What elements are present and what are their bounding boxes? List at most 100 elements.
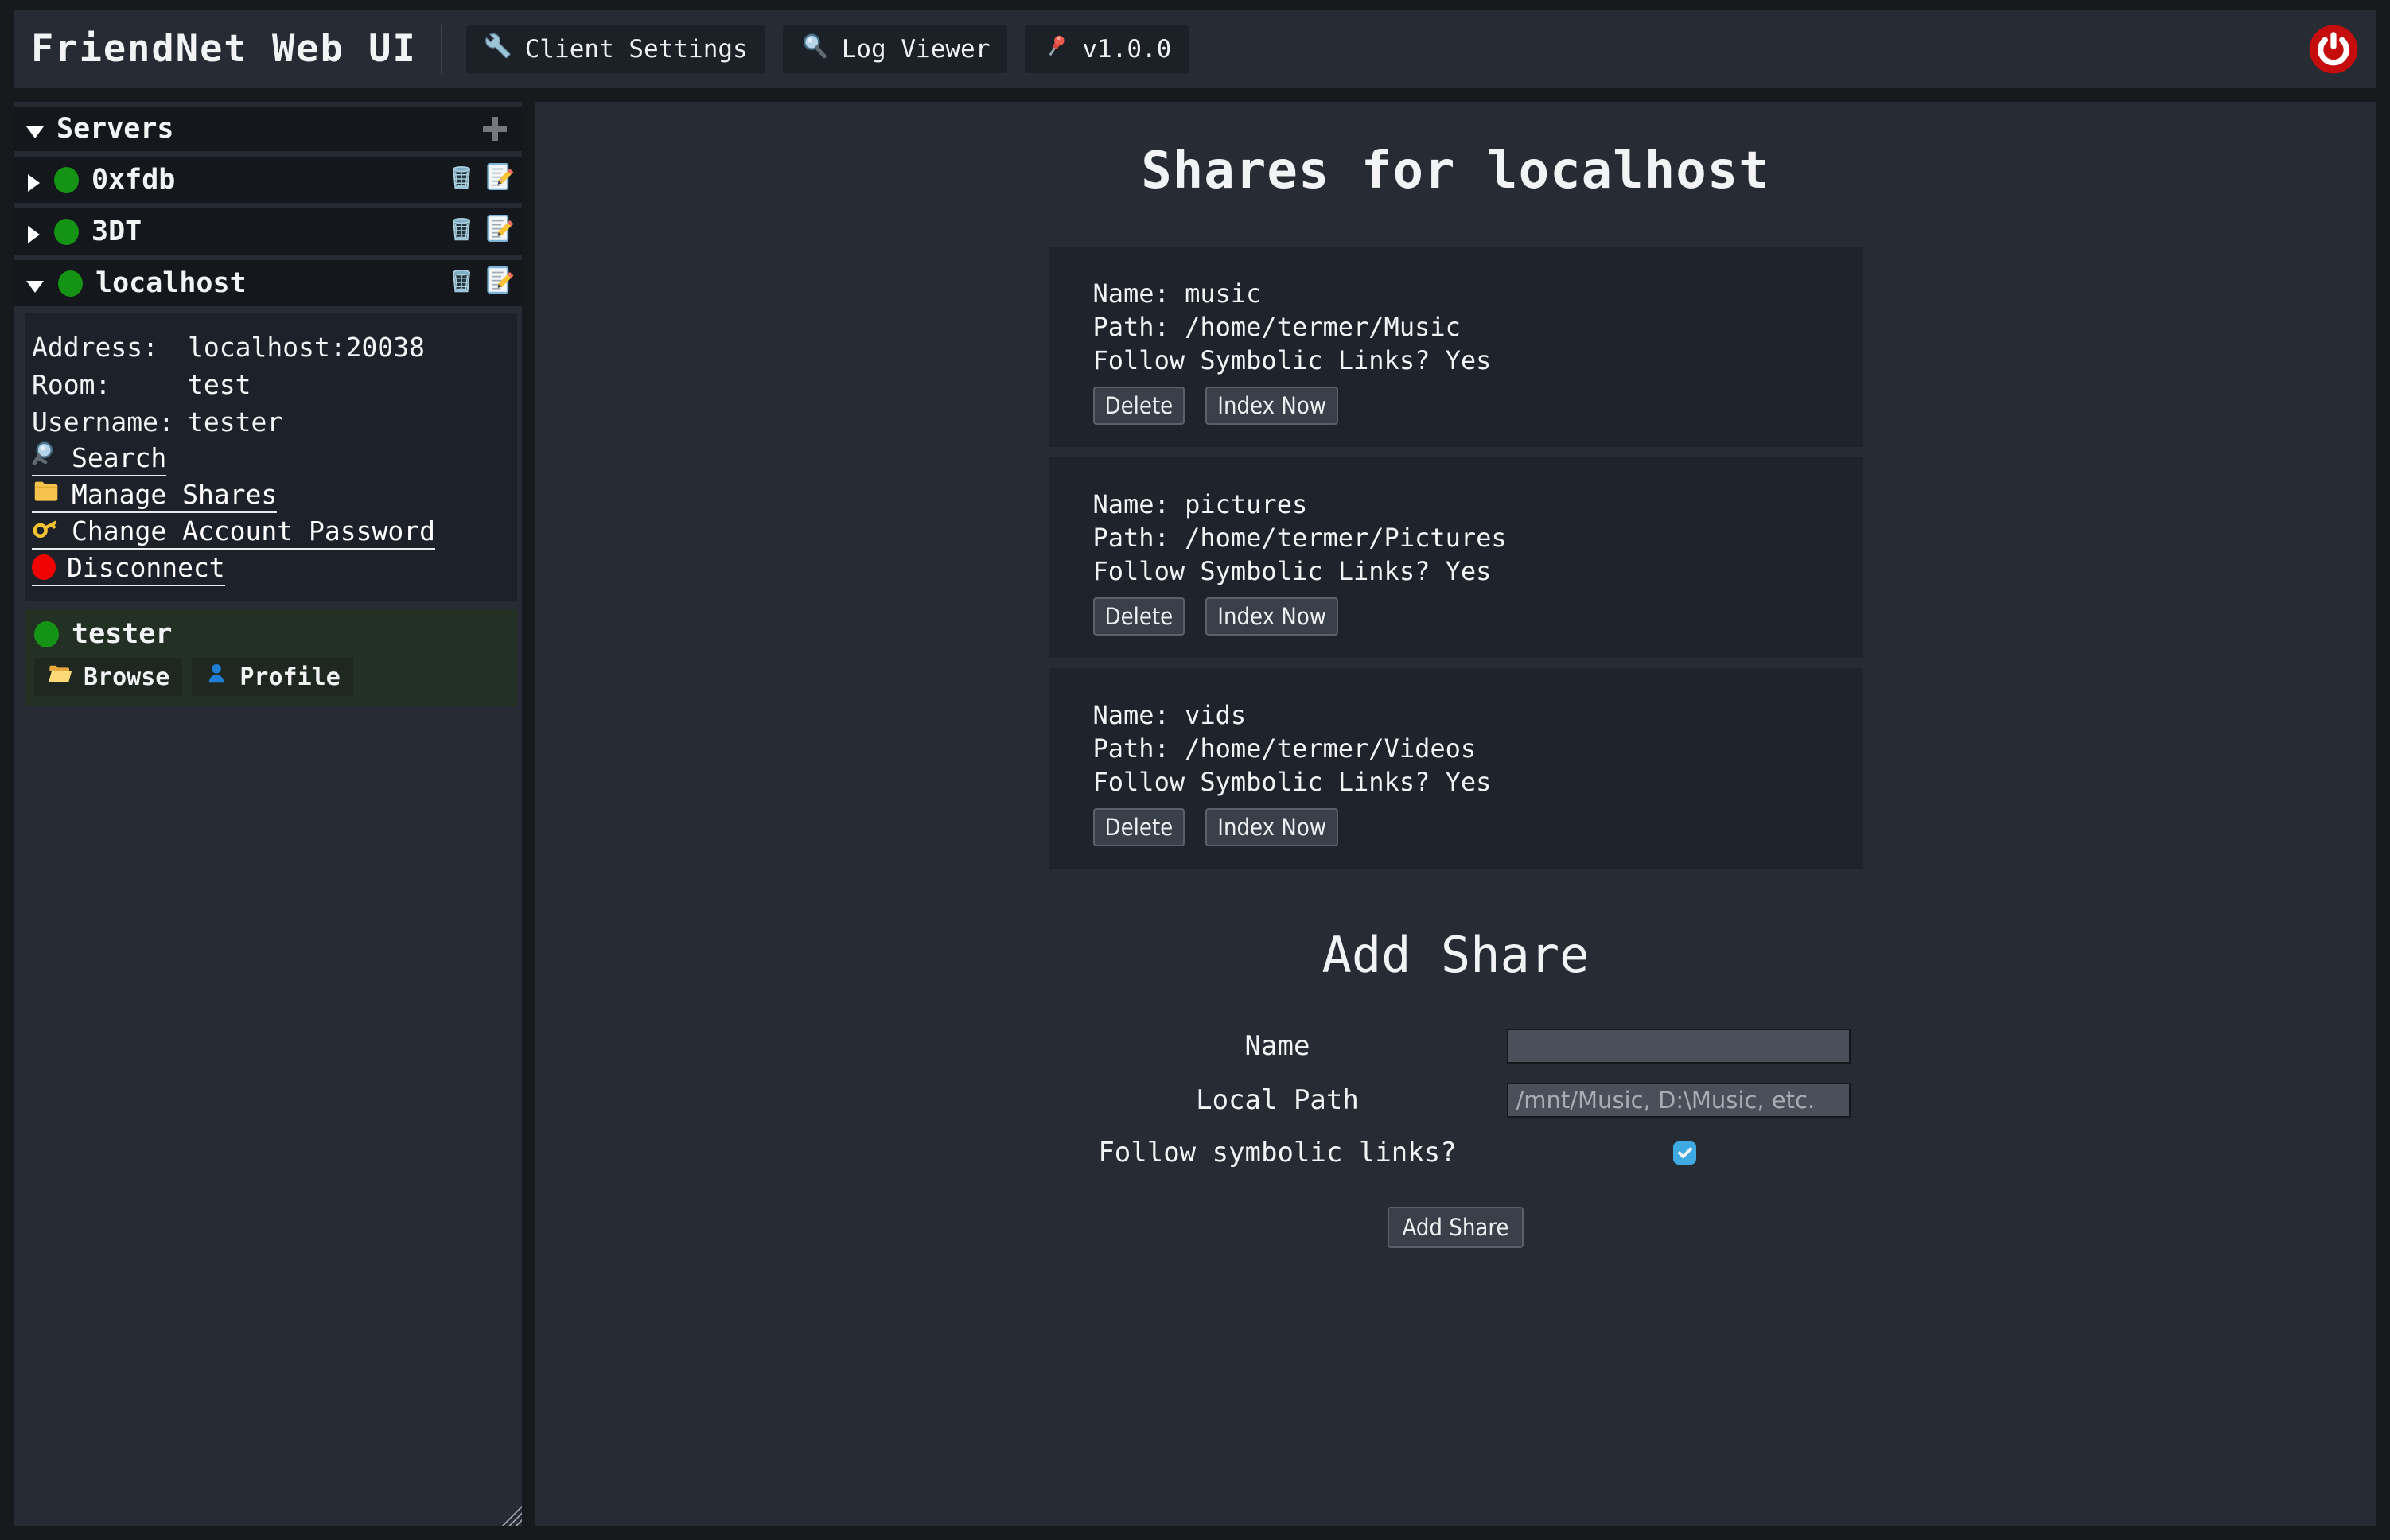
version-label: v1.0.0: [1082, 35, 1171, 64]
servers-sidebar: Servers 0xfdb 3DT: [14, 102, 522, 1526]
username-value: tester: [188, 406, 282, 438]
online-status-icon: [54, 219, 79, 245]
profile-label: Profile: [239, 663, 340, 691]
share-name-label: Name:: [1093, 489, 1185, 519]
follow-symlinks-label: Follow symbolic links?: [1049, 1137, 1507, 1169]
room-label: Room:: [32, 369, 188, 400]
open-folder-icon: [47, 661, 72, 693]
name-field-label: Name: [1049, 1030, 1507, 1062]
red-circle-icon: [32, 554, 56, 580]
browse-button[interactable]: Browse: [34, 658, 182, 696]
share-name-value: vids: [1185, 700, 1246, 730]
share-name-input[interactable]: [1507, 1029, 1851, 1064]
profile-button[interactable]: Profile: [192, 658, 352, 696]
online-status-icon: [34, 621, 59, 648]
header-divider: [441, 25, 442, 74]
disconnect-link[interactable]: Disconnect: [32, 550, 225, 586]
share-name-value: music: [1185, 278, 1261, 309]
manage-shares-link[interactable]: Manage Shares: [32, 477, 277, 513]
browse-label: Browse: [84, 663, 169, 691]
sidebar-resize-handle[interactable]: [498, 1502, 522, 1526]
delete-share-button[interactable]: Delete: [1093, 387, 1185, 425]
share-path-value: /home/termer/Music: [1185, 312, 1461, 342]
server-name: 3DT: [91, 216, 142, 247]
delete-server-icon[interactable]: [447, 213, 476, 251]
room-value: test: [188, 369, 251, 400]
log-viewer-label: Log Viewer: [842, 35, 991, 64]
add-share-button[interactable]: Add Share: [1388, 1207, 1524, 1248]
servers-section-header[interactable]: Servers: [14, 107, 522, 151]
index-now-button[interactable]: Index Now: [1205, 387, 1338, 425]
server-row-localhost[interactable]: localhost: [14, 260, 522, 306]
user-name: tester: [72, 618, 172, 650]
add-share-form: Name Local Path Follow symbolic links?: [1049, 1029, 1863, 1169]
delete-share-button[interactable]: Delete: [1093, 597, 1185, 636]
edit-server-icon[interactable]: [484, 213, 514, 251]
disconnect-label: Disconnect: [67, 552, 225, 583]
share-path-label: Path:: [1093, 523, 1185, 553]
share-symlinks-label: Follow Symbolic Links?: [1093, 556, 1446, 586]
user-row-tester[interactable]: tester Browse Profile: [25, 609, 517, 706]
shares-list: Name: music Path: /home/termer/Music Fol…: [1049, 247, 1863, 869]
edit-server-icon[interactable]: [484, 265, 514, 302]
chevron-right-icon: [28, 174, 40, 192]
share-path-label: Path:: [1093, 733, 1185, 764]
person-icon: [204, 661, 228, 693]
chevron-down-icon: [26, 126, 44, 138]
share-card-vids: Name: vids Path: /home/termer/Videos Fol…: [1049, 668, 1863, 869]
edit-server-icon[interactable]: [484, 161, 514, 199]
index-now-button[interactable]: Index Now: [1205, 808, 1338, 846]
local-path-field-label: Local Path: [1049, 1084, 1507, 1116]
header-bar: FriendNet Web UI Client Settings Log Vie…: [14, 10, 2376, 88]
add-share-submit-row: Add Share: [535, 1207, 2376, 1248]
shares-title: Shares for localhost: [535, 142, 2376, 200]
share-path-value: /home/termer/Videos: [1185, 733, 1476, 764]
server-address: Address: localhost:20038: [32, 329, 511, 366]
server-room: Room: test: [32, 366, 511, 403]
log-viewer-button[interactable]: Log Viewer: [783, 25, 1008, 73]
server-row-3dt[interactable]: 3DT: [14, 208, 522, 255]
servers-section-title: Servers: [56, 113, 174, 145]
server-row-0xfdb[interactable]: 0xfdb: [14, 157, 522, 203]
search-label: Search: [72, 442, 166, 473]
share-card-music: Name: music Path: /home/termer/Music Fol…: [1049, 247, 1863, 447]
add-share-title: Add Share: [535, 926, 2376, 984]
app-title: FriendNet Web UI: [31, 27, 417, 71]
change-password-link[interactable]: Change Account Password: [32, 514, 435, 550]
pushpin-icon: [1042, 33, 1069, 66]
search-link[interactable]: Search: [32, 441, 166, 476]
magnifier-icon: [32, 440, 60, 475]
share-symlinks-value: Yes: [1446, 767, 1492, 797]
magnifier-icon: [800, 32, 829, 67]
local-path-input[interactable]: [1507, 1083, 1851, 1118]
version-badge[interactable]: v1.0.0: [1025, 25, 1189, 73]
delete-server-icon[interactable]: [447, 161, 476, 199]
address-label: Address:: [32, 332, 188, 363]
server-username: Username: tester: [32, 403, 511, 441]
server-details-panel: Address: localhost:20038 Room: test User…: [25, 313, 517, 601]
address-value: localhost:20038: [188, 332, 425, 363]
add-server-button[interactable]: [479, 113, 511, 145]
share-symlinks-value: Yes: [1446, 345, 1492, 375]
chevron-down-icon: [26, 281, 44, 293]
delete-server-icon[interactable]: [447, 265, 476, 302]
client-settings-button[interactable]: Client Settings: [466, 25, 765, 73]
share-name-label: Name:: [1093, 278, 1185, 309]
folder-icon: [32, 476, 60, 511]
share-path-label: Path:: [1093, 312, 1185, 342]
username-label: Username:: [32, 406, 188, 438]
header-buttons: Client Settings Log Viewer v1.0.0: [466, 25, 1189, 73]
follow-symlinks-checkbox[interactable]: [1673, 1141, 1696, 1165]
share-symlinks-value: Yes: [1446, 556, 1492, 586]
index-now-button[interactable]: Index Now: [1205, 597, 1338, 636]
share-card-pictures: Name: pictures Path: /home/termer/Pictur…: [1049, 457, 1863, 658]
client-settings-label: Client Settings: [525, 35, 748, 64]
share-symlinks-label: Follow Symbolic Links?: [1093, 345, 1446, 375]
delete-share-button[interactable]: Delete: [1093, 808, 1185, 846]
chevron-right-icon: [28, 226, 40, 243]
change-password-label: Change Account Password: [72, 515, 435, 546]
server-name: localhost: [95, 267, 247, 299]
share-path-value: /home/termer/Pictures: [1185, 523, 1507, 553]
power-button[interactable]: [2308, 24, 2359, 75]
share-name-label: Name:: [1093, 700, 1185, 730]
